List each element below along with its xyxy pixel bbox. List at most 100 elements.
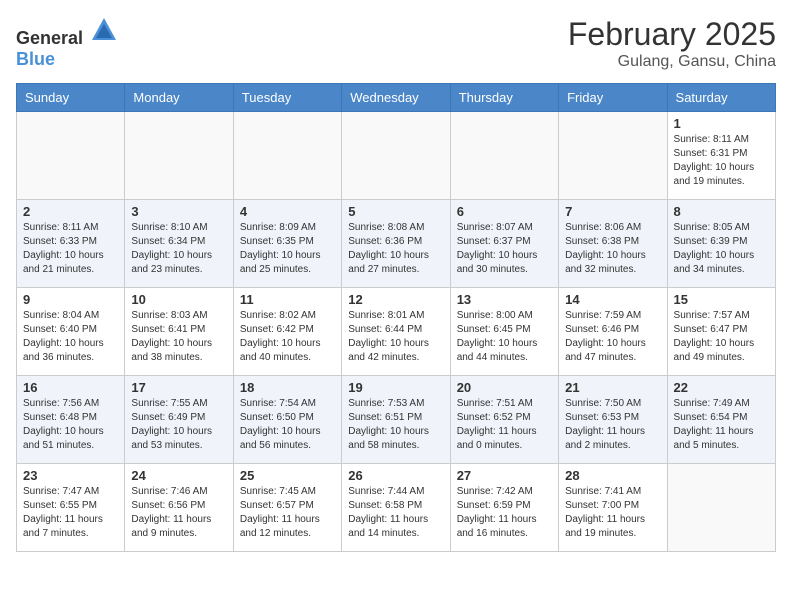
day-info: Sunrise: 7:44 AM Sunset: 6:58 PM Dayligh… [348,485,443,541]
calendar-cell: 15Sunrise: 7:57 AM Sunset: 6:47 PM Dayli… [667,288,775,376]
calendar-cell [450,112,558,200]
day-info: Sunrise: 7:54 AM Sunset: 6:50 PM Dayligh… [240,397,335,453]
day-number: 23 [23,468,118,483]
calendar-day-header: Thursday [450,84,558,112]
day-info: Sunrise: 7:51 AM Sunset: 6:52 PM Dayligh… [457,397,552,453]
calendar-cell: 11 Sunrise: 8:02 AM Sunset: 6:42 PM Dayli… [233,288,341,376]
day-info: Sunrise: 7:47 AM Sunset: 6:55 PM Dayligh… [23,485,118,541]
calendar-cell: 9 Sunrise: 8:04 AM Sunset: 6:40 PM Daylig… [17,288,125,376]
calendar-cell: 3 Sunrise: 8:10 AM Sunset: 6:34 PM Daylig… [125,200,233,288]
day-info: Sunrise: 8:03 AM Sunset: 6:41 PM Dayligh… [131,309,226,365]
day-info: Sunrise: 7:41 AM Sunset: 7:00 PM Dayligh… [565,485,660,541]
calendar-day-header: Wednesday [342,84,450,112]
day-number: 11 [240,292,335,307]
calendar-day-header: Saturday [667,84,775,112]
calendar-cell: 5Sunrise: 8:08 AM Sunset: 6:36 PM Daylig… [342,200,450,288]
calendar-cell [342,112,450,200]
calendar-week-row: 2Sunrise: 8:11 AM Sunset: 6:33 PM Daylig… [17,200,776,288]
calendar-cell: 2Sunrise: 8:11 AM Sunset: 6:33 PM Daylig… [17,200,125,288]
day-info: Sunrise: 8:10 AM Sunset: 6:34 PM Dayligh… [131,221,226,277]
day-number: 22 [674,380,769,395]
day-info: Sunrise: 7:50 AM Sunset: 6:53 PM Dayligh… [565,397,660,453]
day-info: Sunrise: 8:00 AM Sunset: 6:45 PM Dayligh… [457,309,552,365]
calendar-cell: 14 Sunrise: 7:59 AM Sunset: 6:46 PM Dayli… [559,288,667,376]
day-number: 1 [674,116,769,131]
calendar-cell: 27 Sunrise: 7:42 AM Sunset: 6:59 PM Dayli… [450,464,558,552]
calendar-cell: 26 Sunrise: 7:44 AM Sunset: 6:58 PM Dayli… [342,464,450,552]
day-number: 28 [565,468,660,483]
calendar-cell: 24 Sunrise: 7:46 AM Sunset: 6:56 PM Dayli… [125,464,233,552]
calendar-cell: 10 Sunrise: 8:03 AM Sunset: 6:41 PM Dayli… [125,288,233,376]
day-info: Sunrise: 7:45 AM Sunset: 6:57 PM Dayligh… [240,485,335,541]
calendar-day-header: Friday [559,84,667,112]
day-number: 14 [565,292,660,307]
calendar-week-row: 1Sunrise: 8:11 AM Sunset: 6:31 PM Daylig… [17,112,776,200]
day-number: 7 [565,204,660,219]
day-info: Sunrise: 7:53 AM Sunset: 6:51 PM Dayligh… [348,397,443,453]
calendar-cell: 19 Sunrise: 7:53 AM Sunset: 6:51 PM Dayli… [342,376,450,464]
calendar-cell [559,112,667,200]
calendar-cell: 13 Sunrise: 8:00 AM Sunset: 6:45 PM Dayli… [450,288,558,376]
calendar-cell [125,112,233,200]
calendar-cell [233,112,341,200]
day-info: Sunrise: 7:55 AM Sunset: 6:49 PM Dayligh… [131,397,226,453]
calendar-cell: 8Sunrise: 8:05 AM Sunset: 6:39 PM Daylig… [667,200,775,288]
logo-general: General [16,28,83,48]
calendar-cell: 1Sunrise: 8:11 AM Sunset: 6:31 PM Daylig… [667,112,775,200]
day-number: 12 [348,292,443,307]
calendar-cell: 7 Sunrise: 8:06 AM Sunset: 6:38 PM Daylig… [559,200,667,288]
day-number: 17 [131,380,226,395]
calendar-cell: 18 Sunrise: 7:54 AM Sunset: 6:50 PM Dayli… [233,376,341,464]
logo-blue: Blue [16,49,55,69]
day-number: 10 [131,292,226,307]
day-number: 25 [240,468,335,483]
day-number: 26 [348,468,443,483]
calendar-cell: 12 Sunrise: 8:01 AM Sunset: 6:44 PM Dayli… [342,288,450,376]
day-number: 27 [457,468,552,483]
day-info: Sunrise: 8:01 AM Sunset: 6:44 PM Dayligh… [348,309,443,365]
calendar-day-header: Tuesday [233,84,341,112]
day-info: Sunrise: 8:05 AM Sunset: 6:39 PM Dayligh… [674,221,769,277]
day-info: Sunrise: 7:42 AM Sunset: 6:59 PM Dayligh… [457,485,552,541]
calendar-cell [667,464,775,552]
calendar-cell: 25 Sunrise: 7:45 AM Sunset: 6:57 PM Dayli… [233,464,341,552]
calendar-cell: 4 Sunrise: 8:09 AM Sunset: 6:35 PM Daylig… [233,200,341,288]
day-number: 4 [240,204,335,219]
day-number: 3 [131,204,226,219]
location-title: Gulang, Gansu, China [568,53,776,71]
day-number: 15 [674,292,769,307]
day-info: Sunrise: 8:09 AM Sunset: 6:35 PM Dayligh… [240,221,335,277]
day-number: 20 [457,380,552,395]
day-number: 16 [23,380,118,395]
day-number: 18 [240,380,335,395]
day-info: Sunrise: 8:11 AM Sunset: 6:33 PM Dayligh… [23,221,118,277]
day-info: Sunrise: 8:08 AM Sunset: 6:36 PM Dayligh… [348,221,443,277]
calendar-week-row: 23 Sunrise: 7:47 AM Sunset: 6:55 PM Dayli… [17,464,776,552]
page-header: General Blue February 2025 Gulang, Gansu… [16,16,776,71]
day-number: 24 [131,468,226,483]
calendar-cell: 22 Sunrise: 7:49 AM Sunset: 6:54 PM Dayli… [667,376,775,464]
day-number: 19 [348,380,443,395]
logo: General Blue [16,16,118,70]
calendar-cell: 6Sunrise: 8:07 AM Sunset: 6:37 PM Daylig… [450,200,558,288]
day-info: Sunrise: 8:04 AM Sunset: 6:40 PM Dayligh… [23,309,118,365]
calendar: SundayMondayTuesdayWednesdayThursdayFrid… [16,83,776,552]
calendar-header-row: SundayMondayTuesdayWednesdayThursdayFrid… [17,84,776,112]
day-info: Sunrise: 7:46 AM Sunset: 6:56 PM Dayligh… [131,485,226,541]
calendar-cell [17,112,125,200]
calendar-week-row: 16 Sunrise: 7:56 AM Sunset: 6:48 PM Dayli… [17,376,776,464]
calendar-cell: 21Sunrise: 7:50 AM Sunset: 6:53 PM Dayli… [559,376,667,464]
day-info: Sunrise: 7:56 AM Sunset: 6:48 PM Dayligh… [23,397,118,453]
day-number: 13 [457,292,552,307]
calendar-cell: 28 Sunrise: 7:41 AM Sunset: 7:00 PM Dayli… [559,464,667,552]
day-info: Sunrise: 8:06 AM Sunset: 6:38 PM Dayligh… [565,221,660,277]
day-info: Sunrise: 7:59 AM Sunset: 6:46 PM Dayligh… [565,309,660,365]
logo-icon [90,16,118,44]
day-number: 9 [23,292,118,307]
day-info: Sunrise: 7:49 AM Sunset: 6:54 PM Dayligh… [674,397,769,453]
calendar-cell: 16 Sunrise: 7:56 AM Sunset: 6:48 PM Dayli… [17,376,125,464]
calendar-cell: 17 Sunrise: 7:55 AM Sunset: 6:49 PM Dayli… [125,376,233,464]
day-info: Sunrise: 8:02 AM Sunset: 6:42 PM Dayligh… [240,309,335,365]
calendar-cell: 20 Sunrise: 7:51 AM Sunset: 6:52 PM Dayli… [450,376,558,464]
logo-text: General Blue [16,16,118,70]
